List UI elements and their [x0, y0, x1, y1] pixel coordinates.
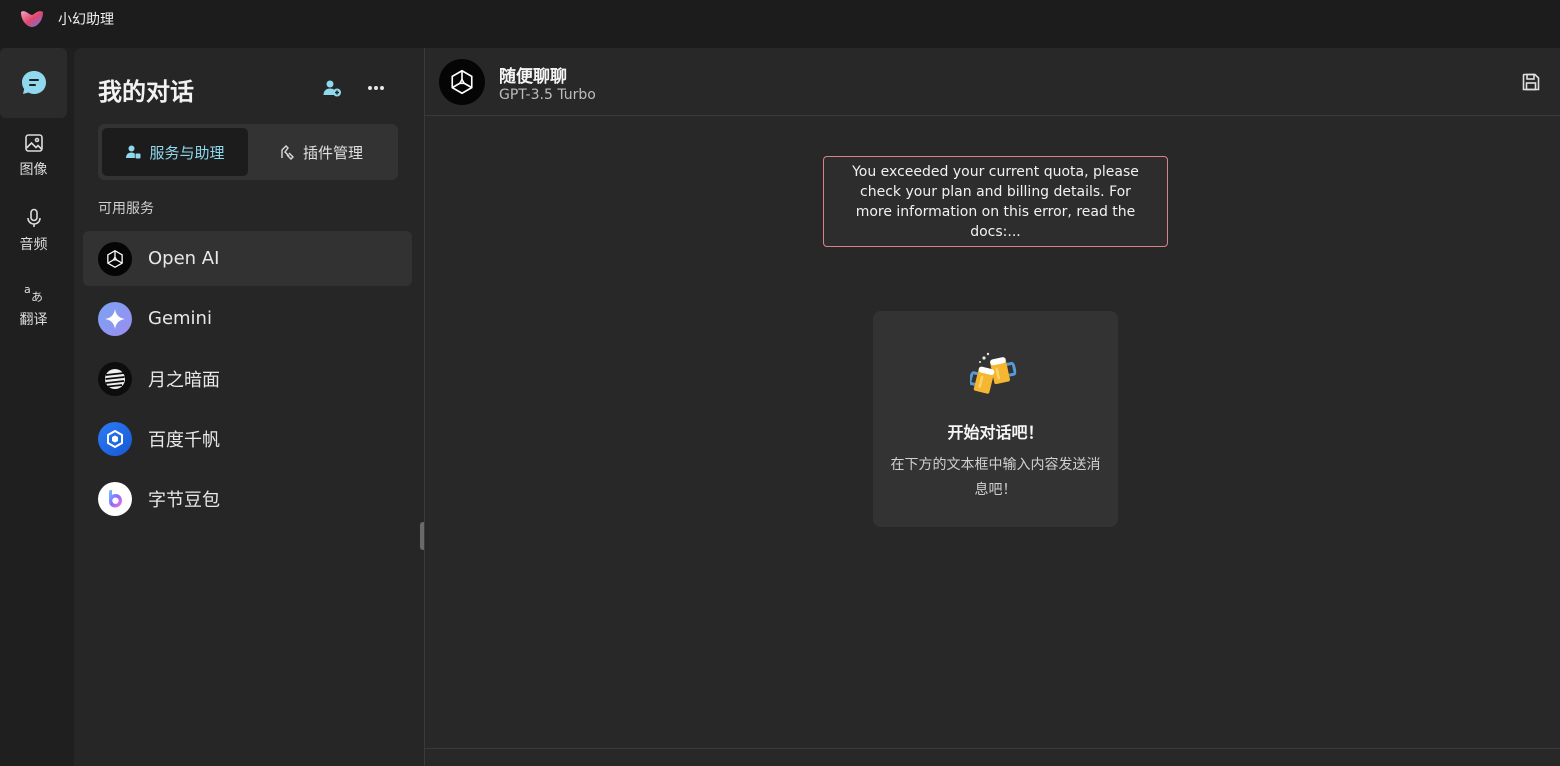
gemini-logo-icon: [98, 301, 132, 336]
beer-mugs-icon: [969, 352, 1016, 394]
tab-label: 插件管理: [302, 143, 363, 162]
title-bar: 小幻助理: [0, 0, 1560, 48]
sidebar-title: 我的对话: [98, 78, 194, 106]
tab-label: 服务与助理: [149, 143, 225, 162]
chat-panel: 随便聊聊 GPT-3.5 Turbo You exceeded your cur…: [424, 48, 1560, 766]
service-name: 百度千帆: [148, 429, 220, 451]
nav-rail: 图像 音频 a あ 翻译: [0, 48, 72, 766]
chat-title: 随便聊聊: [499, 67, 567, 87]
chat-header: 随便聊聊 GPT-3.5 Turbo: [425, 48, 1560, 116]
empty-state-title: 开始对话吧！: [947, 423, 1044, 442]
rail-item-label: 音频: [19, 237, 48, 253]
input-divider: [425, 748, 1560, 749]
tab-plugin-management[interactable]: 插件管理: [248, 128, 394, 176]
rail-item-image[interactable]: 图像: [0, 133, 67, 179]
svg-text:a: a: [24, 283, 31, 296]
more-options-button[interactable]: [364, 76, 388, 100]
service-item-openai[interactable]: Open AI: [83, 231, 412, 286]
service-name: 字节豆包: [148, 489, 220, 511]
assistant-icon: [126, 145, 141, 159]
mic-icon: [26, 208, 41, 227]
app-title: 小幻助理: [58, 12, 114, 28]
chat-icon: [21, 71, 46, 94]
service-list: Open AI Gemini 月之暗面 百度千帆 字节豆包: [83, 231, 412, 531]
openai-logo-icon: [439, 59, 485, 105]
service-item-qianfan[interactable]: 百度千帆: [83, 411, 412, 466]
service-item-gemini[interactable]: Gemini: [83, 291, 412, 346]
more-horizontal-icon: [368, 86, 384, 90]
doubao-logo-icon: [98, 481, 132, 516]
service-item-moonshot[interactable]: 月之暗面: [83, 351, 412, 406]
add-assistant-button[interactable]: [320, 76, 344, 100]
error-message: You exceeded your current quota, please …: [823, 156, 1168, 247]
translate-icon: a あ: [24, 283, 43, 303]
rail-item-label: 翻译: [19, 312, 48, 328]
qianfan-logo-icon: [98, 421, 132, 456]
rail-item-translate[interactable]: a あ 翻译: [0, 283, 67, 329]
sidebar-tabs: 服务与助理 插件管理: [98, 124, 398, 180]
app-logo-icon: [21, 11, 43, 27]
service-name: 月之暗面: [148, 369, 220, 391]
moonshot-logo-icon: [98, 361, 132, 396]
image-icon: [24, 134, 43, 152]
conversation-sidebar: 我的对话 服务与助理 插件管理 可用服务 Open AI Gemini 月之暗面…: [74, 48, 424, 766]
svg-text:あ: あ: [31, 290, 43, 303]
tab-services-assistants[interactable]: 服务与助理: [102, 128, 248, 176]
plugin-icon: [281, 145, 294, 160]
chat-model-name: GPT-3.5 Turbo: [499, 87, 596, 103]
section-label-available-services: 可用服务: [98, 201, 154, 217]
save-icon[interactable]: [1521, 72, 1541, 92]
openai-logo-icon: [98, 241, 132, 276]
empty-state-subtitle: 在下方的文本框中输入内容发送消息吧！: [890, 457, 1101, 498]
service-name: Open AI: [148, 248, 220, 269]
service-item-doubao[interactable]: 字节豆包: [83, 471, 412, 526]
rail-item-audio[interactable]: 音频: [0, 208, 67, 254]
service-name: Gemini: [148, 308, 212, 329]
rail-item-chat[interactable]: [0, 48, 67, 118]
rail-item-label: 图像: [19, 162, 48, 178]
empty-state-card: 开始对话吧！ 在下方的文本框中输入内容发送消息吧！: [873, 311, 1118, 527]
add-assistant-icon: [323, 80, 341, 97]
